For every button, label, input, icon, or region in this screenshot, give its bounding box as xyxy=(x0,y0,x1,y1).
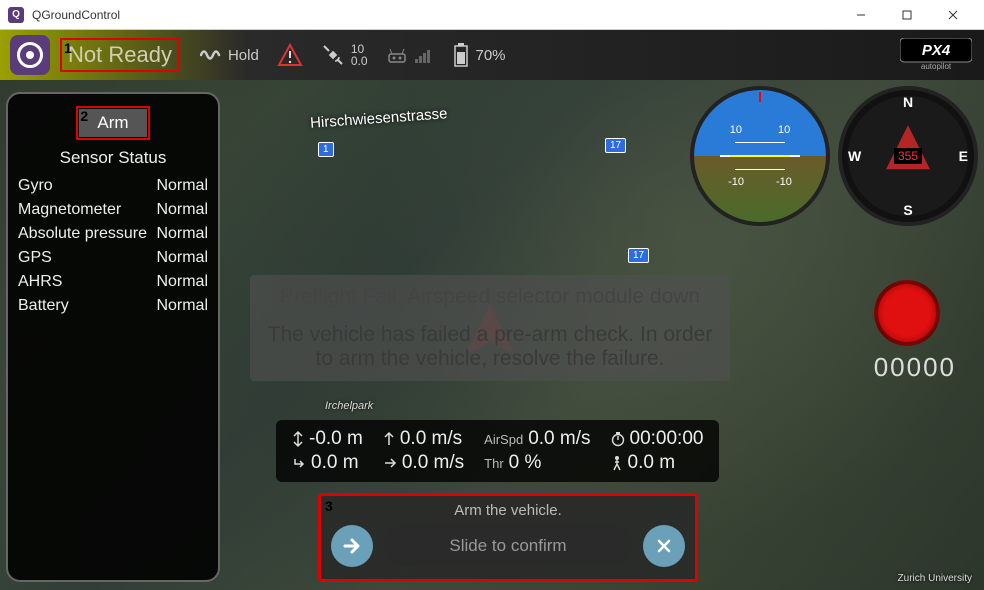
annotation-2: 2 xyxy=(80,108,88,124)
instrument-cluster: 1010 -10-10 N S E W 355 xyxy=(690,86,978,226)
sensor-name: AHRS xyxy=(18,273,62,291)
app-toolbar: 1 Not Ready Hold 10 0.0 xyxy=(0,30,984,80)
flight-mode-label: Hold xyxy=(228,47,259,64)
arrow-right-icon xyxy=(341,535,363,557)
warning-triangle-icon xyxy=(277,43,303,67)
arm-button[interactable]: Arm xyxy=(79,109,146,137)
sensor-row: AHRS Normal xyxy=(16,270,210,294)
satellite-icon xyxy=(321,43,345,67)
altitude-icon xyxy=(292,430,304,448)
compass-heading: 355 xyxy=(894,148,922,164)
sensor-status: Normal xyxy=(156,249,208,267)
sensor-name: GPS xyxy=(18,249,52,267)
annotation-3: 3 xyxy=(325,498,333,514)
telemetry-bar: -0.0 m 0.0 m/s AirSpd 0.0 m/s 00:00:00 0… xyxy=(276,420,719,482)
qgc-logo-icon xyxy=(17,42,43,68)
rc-indicator[interactable] xyxy=(386,46,434,64)
tele-altitude: -0.0 m xyxy=(292,428,363,450)
app-icon: Q xyxy=(8,7,24,23)
compass-east: E xyxy=(959,148,968,164)
slide-handle[interactable] xyxy=(331,525,373,567)
up-arrow-icon xyxy=(383,431,395,447)
sensor-row: Absolute pressure Normal xyxy=(16,222,210,246)
map-copyright: Zurich University xyxy=(898,573,972,584)
window-titlebar: Q QGroundControl xyxy=(0,0,984,30)
vehicle-status-label: Not Ready xyxy=(68,42,172,67)
tele-walk-distance: 0.0 m xyxy=(611,452,704,474)
sensor-name: Gyro xyxy=(18,177,53,195)
map-route-badge-1: 1 xyxy=(318,142,334,157)
compass-west: W xyxy=(848,148,861,164)
alert-line2: The vehicle has failed a pre-arm check. … xyxy=(264,323,716,371)
gps-hdop: 0.0 xyxy=(351,55,368,67)
sensor-row: Battery Normal xyxy=(16,294,210,318)
record-counter: 00000 xyxy=(874,352,956,383)
battery-indicator[interactable]: 70% xyxy=(452,42,506,68)
compass-north: N xyxy=(903,94,913,110)
flight-mode[interactable]: Hold xyxy=(200,46,259,64)
record-widget: 00000 xyxy=(874,280,956,383)
window-title: QGroundControl xyxy=(32,8,838,22)
sensor-row: Gyro Normal xyxy=(16,174,210,198)
tele-vspeed: 0.0 m/s xyxy=(383,428,464,450)
map-route-badge-17a: 17 xyxy=(605,138,626,153)
battery-icon xyxy=(452,42,470,68)
sensor-status: Normal xyxy=(156,273,208,291)
sensor-status-panel: 2 Arm Sensor Status GyroNormalMagnetomet… xyxy=(6,92,220,582)
gps-indicator[interactable]: 10 0.0 xyxy=(321,43,368,67)
waveform-icon xyxy=(200,46,222,64)
sensor-name: Absolute pressure xyxy=(18,225,147,243)
sensor-status: Normal xyxy=(156,201,208,219)
battery-percent: 70% xyxy=(476,47,506,64)
annotation-1: 1 xyxy=(64,40,72,56)
window-close-button[interactable] xyxy=(930,0,976,30)
return-arrow-icon xyxy=(292,456,306,470)
right-arrow-icon xyxy=(383,457,397,469)
window-minimize-button[interactable] xyxy=(838,0,884,30)
map-park-label: Irchelpark xyxy=(325,400,373,412)
window-maximize-button[interactable] xyxy=(884,0,930,30)
sensor-row: Magnetometer Normal xyxy=(16,198,210,222)
alert-line1: Preflight Fail: Airspeed selector module… xyxy=(264,285,716,309)
sensor-panel-title: Sensor Status xyxy=(16,148,210,168)
preflight-alert: Preflight Fail: Airspeed selector module… xyxy=(250,275,730,381)
svg-text:PX4: PX4 xyxy=(922,42,951,59)
arm-button-label: Arm xyxy=(97,113,128,132)
rc-icon xyxy=(386,46,408,64)
confirm-panel: 3 Arm the vehicle. Slide to confirm xyxy=(318,493,698,582)
compass-indicator: N S E W 355 xyxy=(838,86,978,226)
sensor-status: Normal xyxy=(156,225,208,243)
px4-brand: PX4 autopilot xyxy=(900,38,972,72)
map-view[interactable]: Hirschwiesenstrasse 1 17 17 Irchelpark Z… xyxy=(0,80,984,590)
warning-indicator[interactable] xyxy=(277,43,303,67)
sensor-status: Normal xyxy=(156,297,208,315)
stopwatch-icon xyxy=(611,431,625,447)
app-menu-button[interactable] xyxy=(10,35,50,75)
slide-label: Slide to confirm xyxy=(449,536,566,556)
walk-icon xyxy=(611,455,623,471)
svg-text:autopilot: autopilot xyxy=(921,62,952,71)
close-icon xyxy=(655,537,673,555)
attitude-indicator: 1010 -10-10 xyxy=(690,86,830,226)
sensor-name: Magnetometer xyxy=(18,201,121,219)
tele-groundspeed: 0.0 m/s xyxy=(383,452,464,474)
tele-airspeed: AirSpd 0.0 m/s xyxy=(484,428,590,450)
sensor-name: Battery xyxy=(18,297,69,315)
vehicle-status[interactable]: 1 Not Ready xyxy=(60,38,180,72)
confirm-title: Arm the vehicle. xyxy=(331,502,685,519)
slide-track[interactable]: Slide to confirm xyxy=(383,526,633,566)
sensor-row: GPS Normal xyxy=(16,246,210,270)
tele-throttle: Thr 0 % xyxy=(484,452,590,474)
tele-distance: 0.0 m xyxy=(292,452,363,474)
map-route-badge-17b: 17 xyxy=(628,248,649,263)
record-button[interactable] xyxy=(874,280,940,346)
compass-south: S xyxy=(903,202,912,218)
cancel-confirm-button[interactable] xyxy=(643,525,685,567)
tele-flight-time: 00:00:00 xyxy=(611,428,704,450)
signal-bars-icon xyxy=(414,47,434,63)
sensor-status: Normal xyxy=(156,177,208,195)
